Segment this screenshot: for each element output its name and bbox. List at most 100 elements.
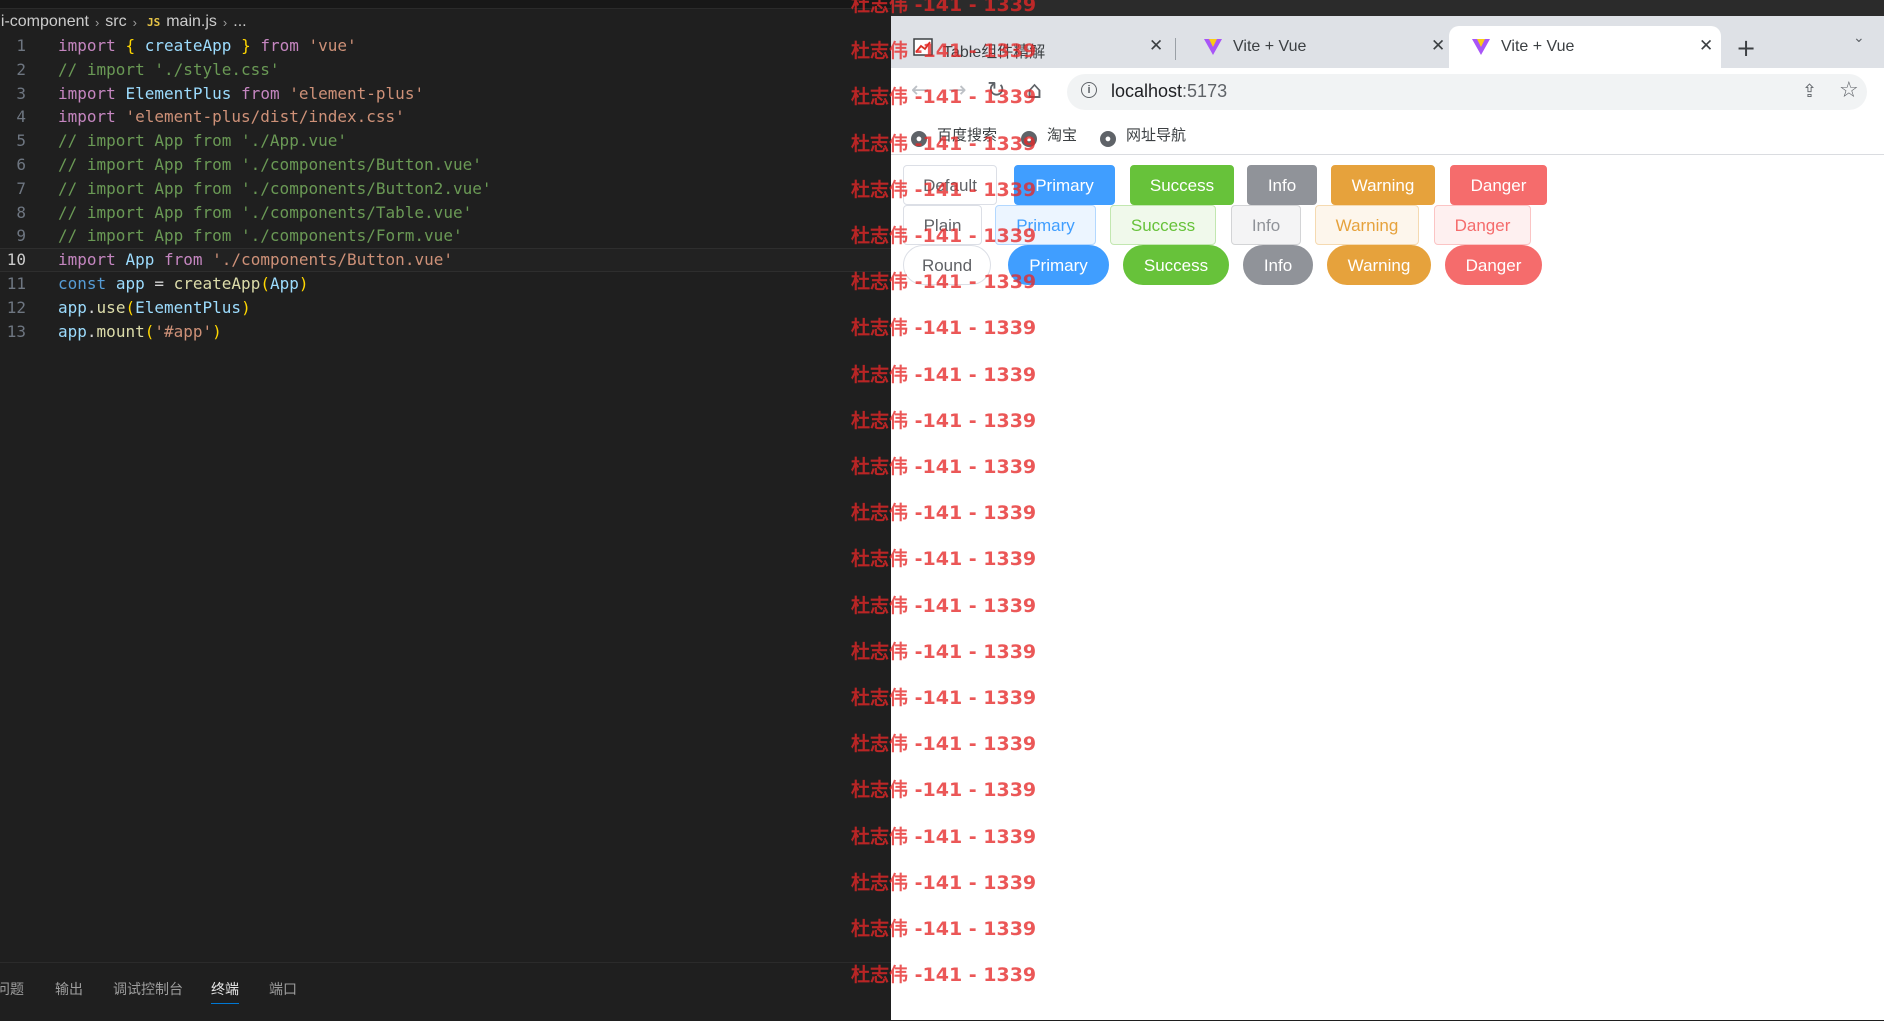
code-token: 'element-plus' <box>289 83 425 103</box>
vite-favicon-icon <box>1472 39 1490 55</box>
code-token: createApp <box>144 36 232 55</box>
code-line[interactable]: 5 // import App from './App.vue' <box>0 129 891 153</box>
panel-tab-debug-console[interactable]: 调试控制台 <box>113 979 183 999</box>
code-line[interactable]: 11 const app = createApp(App) <box>0 272 891 296</box>
plain-success-button[interactable]: Success <box>1110 205 1216 245</box>
line-code: const app = createApp(App) <box>58 272 309 296</box>
code-line[interactable]: 6 // import App from './components/Button… <box>0 153 891 177</box>
bookmark-taobao[interactable]: ● 淘宝 <box>1021 124 1077 147</box>
home-icon[interactable]: ⌂ <box>1027 76 1042 104</box>
panel-tab-problems[interactable]: 问题 <box>0 979 24 999</box>
line-code: import { createApp } from 'vue' <box>58 34 357 58</box>
globe-icon: ● <box>911 131 927 147</box>
breadcrumb-file[interactable]: main.js <box>166 13 217 31</box>
code-lines[interactable]: 1 import { createApp } from 'vue' 2 // impo… <box>0 34 891 343</box>
breadcrumb: ui-component › src › JS main.js › ... <box>0 12 247 32</box>
reload-icon[interactable]: ↻ <box>987 78 1005 103</box>
line-code: import 'element-plus/dist/index.css' <box>58 105 405 129</box>
round-info-button[interactable]: Info <box>1243 245 1313 285</box>
line-code: // import App from './components/Form.vu… <box>58 224 463 248</box>
breadcrumb-more[interactable]: ... <box>233 13 246 31</box>
back-arrow-icon[interactable]: ← <box>911 78 929 103</box>
address-bar[interactable]: i localhost:5173 ⇪ ☆ <box>1067 74 1867 110</box>
bookmark-label: 百度搜索 <box>937 127 998 144</box>
code-line[interactable]: 7 // import App from './components/Button… <box>0 177 891 201</box>
tab-vite-vue-active[interactable]: Vite + Vue ✕ <box>1449 26 1721 68</box>
round-danger-button[interactable]: Danger <box>1445 245 1542 285</box>
code-editor[interactable]: ui-component › src › JS main.js › ... 1 i… <box>0 0 891 1021</box>
breadcrumb-folder[interactable]: src <box>105 13 126 31</box>
code-token: ( <box>260 273 270 293</box>
plain-warning-button[interactable]: Warning <box>1315 205 1419 245</box>
code-line[interactable]: 4 import 'element-plus/dist/index.css' <box>0 105 891 129</box>
line-code: // import App from './App.vue' <box>58 129 347 153</box>
plain-button[interactable]: Plain <box>903 205 982 245</box>
globe-icon: ● <box>1021 131 1037 147</box>
share-icon[interactable]: ⇪ <box>1802 81 1817 102</box>
success-button[interactable]: Success <box>1130 165 1234 205</box>
code-token: { <box>125 36 136 55</box>
globe-icon: ● <box>1100 131 1116 147</box>
panel-tab-output[interactable]: 输出 <box>55 979 83 999</box>
close-tab-icon[interactable]: ✕ <box>1699 36 1713 56</box>
code-token: import <box>58 250 116 270</box>
round-button[interactable]: Round <box>903 245 991 285</box>
primary-button[interactable]: Primary <box>1014 165 1115 205</box>
bookmark-baidu[interactable]: ● 百度搜索 <box>911 124 997 147</box>
code-line[interactable]: 9 // import App from './components/Form.v… <box>0 224 891 248</box>
code-line[interactable]: 12 app.use(ElementPlus) <box>0 296 891 320</box>
round-warning-button[interactable]: Warning <box>1327 245 1431 285</box>
browser-window: Table组件精解 ✕ Vite + Vue ✕ Vite + Vue ✕ + … <box>891 0 1884 1020</box>
warning-button[interactable]: Warning <box>1331 165 1435 205</box>
line-code: app.use(ElementPlus) <box>58 296 251 320</box>
danger-button[interactable]: Danger <box>1450 165 1547 205</box>
bookmark-nav[interactable]: ● 网址导航 <box>1100 124 1186 147</box>
tab-title: Vite + Vue <box>1501 38 1575 55</box>
plain-primary-button[interactable]: Primary <box>995 205 1096 245</box>
line-number: 6 <box>16 154 26 174</box>
round-success-button[interactable]: Success <box>1123 245 1229 285</box>
code-token: from <box>163 250 203 270</box>
forward-arrow-icon[interactable]: → <box>948 78 966 103</box>
code-line[interactable]: 13 app.mount('#app') <box>0 320 891 344</box>
bookmark-label: 淘宝 <box>1047 127 1078 144</box>
line-number: 8 <box>16 202 26 222</box>
code-line[interactable]: 10 import App from './components/Button.v… <box>0 248 891 272</box>
code-line[interactable]: 8 // import App from './components/Table.… <box>0 201 891 225</box>
info-button[interactable]: Info <box>1247 165 1317 205</box>
round-primary-button[interactable]: Primary <box>1008 245 1109 285</box>
default-button[interactable]: Default <box>903 165 997 205</box>
plain-info-button[interactable]: Info <box>1231 205 1301 245</box>
bookmark-label: 网址导航 <box>1126 127 1187 144</box>
bookmark-star-icon[interactable]: ☆ <box>1839 78 1859 103</box>
tab-title: Vite + Vue <box>1233 38 1307 55</box>
url-text[interactable]: localhost:5173 <box>1111 81 1227 102</box>
code-line[interactable]: 1 import { createApp } from 'vue' <box>0 34 891 58</box>
tab-vite-vue-1[interactable]: Vite + Vue ✕ <box>1181 26 1453 68</box>
code-token: ( <box>125 297 136 317</box>
panel-tab-ports[interactable]: 端口 <box>269 979 297 999</box>
editor-top-strip <box>0 0 891 9</box>
bottom-panel: 问题 输出 调试控制台 终端 端口 <box>0 962 891 1021</box>
line-code: import ElementPlus from 'element-plus' <box>58 82 424 106</box>
close-tab-icon[interactable]: ✕ <box>1431 36 1445 56</box>
tab-strip: Table组件精解 ✕ Vite + Vue ✕ Vite + Vue ✕ + … <box>891 16 1884 68</box>
close-tab-icon[interactable]: ✕ <box>1149 36 1163 56</box>
code-token: // import './style.css' <box>58 59 280 79</box>
code-line[interactable]: 2 // import './style.css' <box>0 58 891 82</box>
code-token: // import App from './App.vue' <box>58 131 347 151</box>
tab-table[interactable]: Table组件精解 ✕ <box>891 26 1171 68</box>
plain-danger-button[interactable]: Danger <box>1434 205 1531 245</box>
code-token: ) <box>212 321 222 341</box>
line-code: // import App from './components/Button2… <box>58 177 491 201</box>
site-info-icon[interactable]: i <box>1081 82 1097 98</box>
breadcrumb-root[interactable]: ui-component <box>0 13 89 31</box>
new-tab-button[interactable]: + <box>1736 34 1756 62</box>
code-line[interactable]: 3 import ElementPlus from 'element-plus' <box>0 82 891 106</box>
panel-tab-terminal[interactable]: 终端 <box>211 979 239 1004</box>
line-number: 4 <box>16 107 26 127</box>
code-token: App <box>125 250 155 270</box>
tab-search-chevron-icon[interactable]: ⌄ <box>1853 30 1865 46</box>
